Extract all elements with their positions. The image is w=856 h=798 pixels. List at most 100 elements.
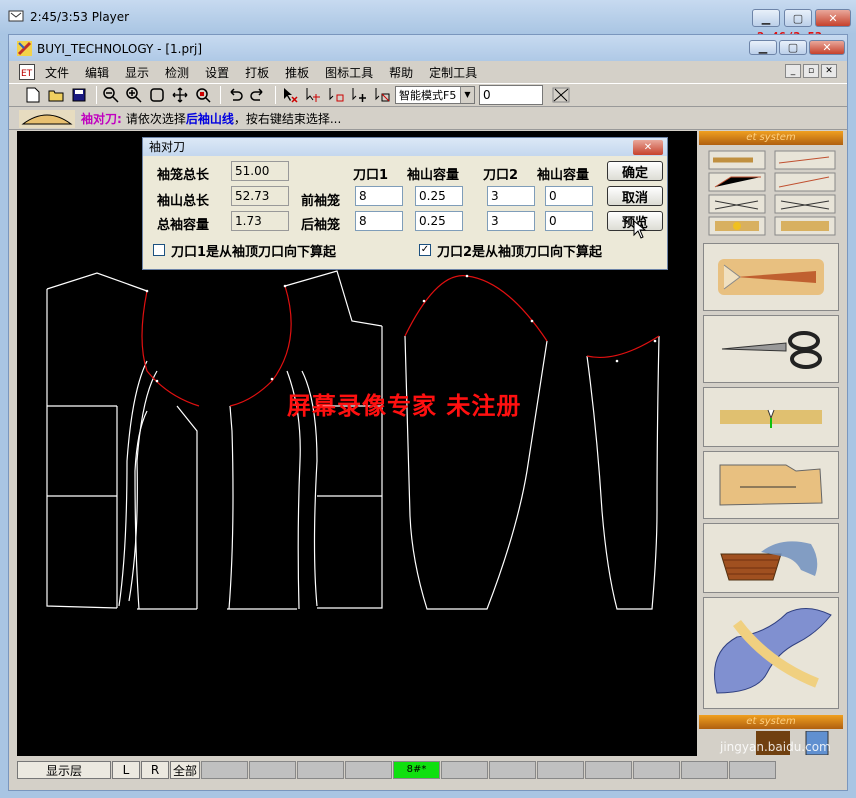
player-minimize-button[interactable]: ▁ (752, 9, 780, 27)
small-tools-grid (703, 149, 839, 239)
right-layer-button[interactable]: R (141, 761, 169, 779)
all-layers-button[interactable]: 全部 (170, 761, 200, 779)
drafting-tools-icon[interactable] (703, 149, 839, 239)
point-select-icon[interactable] (303, 85, 323, 105)
et-logo-icon: ET (19, 64, 35, 80)
menu-icon-tools[interactable]: 图标工具 (325, 64, 373, 81)
display-layer-button[interactable]: 显示层 (17, 761, 111, 779)
app-close-button[interactable]: ✕ (809, 40, 845, 55)
menu-check[interactable]: 检测 (165, 64, 189, 81)
tool-panel-header: et system (699, 131, 843, 145)
notch2-from-top-label: 刀口2是从袖顶刀口向下算起 (437, 245, 603, 260)
back-notch2-input[interactable]: 3 (487, 211, 535, 231)
app-titlebar: BUYI_TECHNOLOGY - [1.prj] ▁ ▢ ✕ (9, 35, 847, 61)
notch-tool-button[interactable] (703, 387, 839, 447)
sleeve-cap-curve[interactable] (404, 275, 548, 342)
basket-tool-button[interactable] (703, 523, 839, 593)
undo-icon[interactable] (225, 85, 245, 105)
back-ease1-input[interactable]: 0.25 (415, 211, 463, 231)
zoom-in-icon[interactable] (124, 85, 144, 105)
new-file-icon[interactable] (23, 85, 43, 105)
layer-cell[interactable] (441, 761, 488, 779)
front-notch2-input[interactable]: 3 (487, 186, 535, 206)
menu-help[interactable]: 帮助 (389, 64, 413, 81)
recorder-watermark: 屏幕录像专家 未注册 (287, 391, 522, 420)
back-armhole-curve[interactable] (229, 285, 292, 407)
layer-cell[interactable] (729, 761, 776, 779)
open-folder-icon[interactable] (46, 85, 66, 105)
sleeve-notch-dialog: 袖对刀 ✕ 袖笼总长 袖山总长 总袖容量 51.00 52.73 1.73 刀口… (142, 137, 668, 270)
layer-cell[interactable] (681, 761, 728, 779)
undersleeve-cap-curve[interactable] (586, 335, 660, 359)
point-adjust-icon[interactable] (326, 85, 346, 105)
app-window: BUYI_TECHNOLOGY - [1.prj] ▁ ▢ ✕ ET 文件 编辑… (8, 34, 848, 791)
player-close-button[interactable]: ✕ (815, 9, 851, 27)
menu-view[interactable]: 显示 (125, 64, 149, 81)
menu-custom-tools[interactable]: 定制工具 (429, 64, 477, 81)
sleeve-pattern[interactable] (404, 335, 548, 610)
zoom-out-icon[interactable] (101, 85, 121, 105)
point-add-icon[interactable] (349, 85, 369, 105)
menu-edit[interactable]: 编辑 (85, 64, 109, 81)
layer-cell[interactable] (489, 761, 536, 779)
scissors-tool-button[interactable] (703, 315, 839, 383)
app-minimize-button[interactable]: ▁ (749, 40, 777, 55)
dialog-title: 袖对刀 (143, 138, 667, 156)
mdi-restore-button[interactable]: ▫ (803, 64, 819, 78)
dart-tool-button[interactable] (703, 243, 839, 311)
dart-icon (718, 259, 824, 295)
prompt-bar: 袖对刀: 请依次选择 后袖山线 ，按右键结束选择... (9, 108, 847, 130)
back-notch1-input[interactable]: 8 (355, 211, 403, 231)
menu-settings[interactable]: 设置 (205, 64, 229, 81)
mode-select[interactable]: 智能模式F5 ▼ (395, 86, 475, 104)
menu-pattern[interactable]: 打板 (245, 64, 269, 81)
mdi-close-button[interactable]: ✕ (821, 64, 837, 78)
pattern-piece-tool-button[interactable] (703, 451, 839, 519)
front-ease2-input[interactable]: 0 (545, 186, 593, 206)
point-delete-icon[interactable] (372, 85, 392, 105)
ok-button[interactable]: 确定 (607, 161, 663, 181)
dialog-close-button[interactable]: ✕ (633, 140, 663, 155)
save-icon[interactable] (69, 85, 89, 105)
fit-screen-icon[interactable] (147, 85, 167, 105)
menu-file[interactable]: 文件 (45, 64, 69, 81)
notch1-from-top-checkbox[interactable] (153, 244, 165, 256)
ruler-icon[interactable] (551, 85, 571, 105)
layer-cell[interactable] (297, 761, 344, 779)
layer-cell[interactable] (345, 761, 392, 779)
layer-cell[interactable] (633, 761, 680, 779)
back-ease2-input[interactable]: 0 (545, 211, 593, 231)
total-ease-value: 1.73 (231, 211, 289, 231)
total-ease-label: 总袖容量 (157, 218, 210, 233)
layer-cell[interactable] (201, 761, 248, 779)
select-delete-icon[interactable] (280, 85, 300, 105)
pan-icon[interactable] (170, 85, 190, 105)
curve-ruler-tool-button[interactable] (703, 597, 839, 709)
back-body-pattern[interactable] (227, 270, 383, 610)
layer-cell[interactable] (585, 761, 632, 779)
menu-grading[interactable]: 推板 (285, 64, 309, 81)
cancel-button[interactable]: 取消 (607, 186, 663, 206)
front-notch1-input[interactable]: 8 (355, 186, 403, 206)
layer-cell[interactable] (537, 761, 584, 779)
notch2-from-top-checkbox[interactable]: ✓ (419, 244, 431, 256)
front-ease1-input[interactable]: 0.25 (415, 186, 463, 206)
mdi-controls: _ ▫ ✕ (785, 64, 837, 78)
layer-cell[interactable] (249, 761, 296, 779)
basket-icon (720, 541, 818, 581)
left-layer-button[interactable]: L (112, 761, 140, 779)
zoom-window-icon[interactable] (193, 85, 213, 105)
undersleeve-pattern[interactable] (586, 335, 660, 610)
redo-icon[interactable] (248, 85, 268, 105)
value-input[interactable]: 0 (479, 85, 543, 105)
player-title: 2:45/3:53 Player (30, 10, 130, 24)
chevron-down-icon: ▼ (460, 87, 474, 103)
prompt-suffix: ，按右键结束选择... (233, 112, 342, 126)
app-maximize-button[interactable]: ▢ (779, 40, 807, 55)
mdi-minimize-button[interactable]: _ (785, 64, 801, 78)
toolbar: 智能模式F5 ▼ 0 (9, 83, 847, 107)
front-body-pattern[interactable] (46, 272, 198, 610)
player-maximize-button[interactable]: ▢ (784, 9, 812, 27)
layer-cell-active[interactable]: 8#* (393, 761, 440, 779)
front-armhole-curve[interactable] (141, 290, 200, 407)
